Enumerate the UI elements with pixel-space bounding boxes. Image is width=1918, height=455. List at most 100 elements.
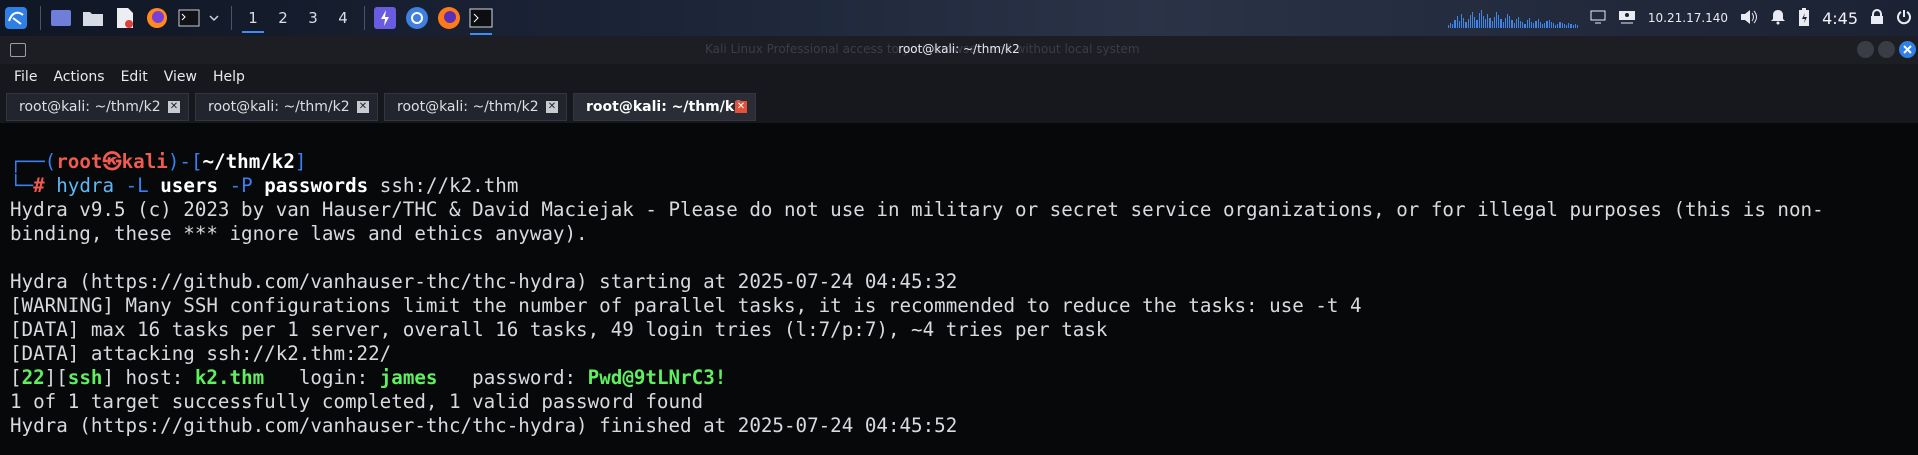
- cpu-graph-bar: [1539, 22, 1541, 28]
- tab-3[interactable]: root@kali: ~/thm/k2 ✕: [384, 93, 567, 121]
- cpu-graph-bar: [1463, 18, 1465, 28]
- cpu-graph-bar: [1570, 24, 1572, 28]
- cpu-graph-bar: [1504, 18, 1506, 28]
- cpu-graph-bar: [1559, 22, 1561, 28]
- tab-2[interactable]: root@kali: ~/thm/k2 ✕: [195, 93, 378, 121]
- cpu-graph-bar: [1520, 21, 1522, 28]
- cpu-graph-bar: [1471, 12, 1474, 28]
- result-host-label: host:: [114, 366, 195, 389]
- file-manager-icon[interactable]: [79, 4, 107, 32]
- menu-bar: File Actions Edit View Help: [0, 64, 1918, 89]
- text-editor-icon[interactable]: [111, 4, 139, 32]
- prompt-at-symbol: ㉿: [102, 150, 122, 173]
- menu-edit[interactable]: Edit: [121, 69, 148, 85]
- tab-1[interactable]: root@kali: ~/thm/k2 ✕: [6, 93, 189, 121]
- cpu-graph-bar: [1450, 23, 1452, 28]
- prompt-separator: )-[: [167, 150, 203, 173]
- chevron-down-icon[interactable]: [207, 4, 221, 32]
- output-line: [DATA] max 16 tasks per 1 server, overal…: [10, 318, 1108, 341]
- workspace-3[interactable]: 3: [298, 3, 328, 33]
- close-button[interactable]: [1899, 41, 1916, 58]
- chromium-task-icon[interactable]: [403, 4, 431, 32]
- battery-icon[interactable]: [1798, 7, 1810, 30]
- cpu-graph-bar: [1447, 25, 1450, 28]
- network-ip[interactable]: 10.21.17.140: [1648, 11, 1728, 25]
- lock-screen-icon[interactable]: [1618, 10, 1636, 27]
- tab-label: root@kali: ~/thm/k2: [397, 99, 539, 115]
- cpu-graph-bar: [1531, 22, 1533, 28]
- terminal-window: Kali Linux Professional access to your b…: [0, 36, 1918, 455]
- output-line: Hydra (https://github.com/vanhauser-thc/…: [10, 270, 958, 293]
- cpu-graph-bar: [1566, 25, 1568, 28]
- minimize-button[interactable]: [1857, 41, 1874, 58]
- top-panel: 1 2 3 4 10.21.17.140 4:45: [0, 0, 1918, 37]
- result-bracket: [: [10, 366, 22, 389]
- cpu-graph-bar: [1541, 24, 1544, 28]
- menu-view[interactable]: View: [164, 69, 197, 85]
- tab-close-icon[interactable]: ✕: [168, 101, 180, 113]
- cpu-graph-bar: [1465, 22, 1467, 28]
- cpu-graph: [1447, 8, 1579, 28]
- cpu-graph-bar: [1478, 13, 1480, 28]
- cpu-graph-bar: [1572, 25, 1574, 28]
- tab-close-icon[interactable]: ✕: [735, 101, 747, 113]
- cpu-graph-bar: [1509, 16, 1511, 28]
- result-port: 22: [21, 366, 45, 389]
- cpu-graph-bar: [1517, 17, 1520, 28]
- cpu-graph-bar: [1568, 23, 1570, 28]
- cpu-graph-bar: [1485, 19, 1487, 28]
- menu-help[interactable]: Help: [213, 69, 245, 85]
- terminal-output[interactable]: ┌──(root㉿kali)-[~/thm/k2] └─# hydra -L u…: [0, 123, 1918, 455]
- cpu-graph-bar: [1524, 24, 1526, 28]
- prompt-line: ┌──(root㉿kali)-[~/thm/k2]: [10, 150, 306, 174]
- cpu-graph-bar: [1500, 19, 1502, 28]
- burp-task-icon[interactable]: [371, 4, 399, 32]
- summary-line: 1 of 1 target successfully completed, 1 …: [10, 390, 704, 413]
- cpu-graph-bar: [1487, 14, 1489, 28]
- tab-4-active[interactable]: root@kali: ~/thm/k2 ✕: [573, 93, 756, 121]
- maximize-button[interactable]: [1878, 41, 1895, 58]
- cpu-graph-bar: [1480, 10, 1482, 28]
- cpu-graph-bar: [1461, 14, 1463, 28]
- tab-close-icon[interactable]: ✕: [357, 101, 369, 113]
- tab-close-icon[interactable]: ✕: [546, 101, 558, 113]
- workspace-4[interactable]: 4: [328, 3, 358, 33]
- cpu-graph-bar: [1515, 19, 1517, 28]
- tab-label: root@kali: ~/thm/k2: [19, 99, 161, 115]
- workspace-2[interactable]: 2: [268, 3, 298, 33]
- result-password-label: password:: [437, 366, 588, 389]
- prompt-host: kali: [121, 150, 168, 173]
- desktop-icon[interactable]: [47, 4, 75, 32]
- kali-menu-icon[interactable]: [2, 4, 30, 32]
- cpu-graph-bar: [1526, 20, 1528, 28]
- volume-icon[interactable]: [1740, 9, 1758, 28]
- cpu-graph-bar: [1537, 19, 1539, 28]
- cpu-graph-bar: [1550, 22, 1552, 28]
- cpu-graph-bar: [1474, 17, 1476, 28]
- result-bracket: ]: [102, 366, 114, 389]
- cpu-graph-bar: [1535, 21, 1537, 28]
- cpu-graph-bar: [1528, 18, 1531, 28]
- terminal-task-icon[interactable]: [467, 4, 495, 35]
- finished-line: Hydra (https://github.com/vanhauser-thc/…: [10, 414, 958, 437]
- firefox-task-icon[interactable]: [435, 4, 463, 32]
- lock-icon[interactable]: [1870, 8, 1884, 28]
- cpu-graph-bar: [1546, 21, 1548, 28]
- power-icon[interactable]: [1896, 9, 1912, 28]
- terminal-launcher-icon[interactable]: [175, 4, 203, 32]
- window-titlebar[interactable]: Kali Linux Professional access to your b…: [0, 36, 1918, 64]
- clock[interactable]: 4:45: [1822, 9, 1858, 28]
- workspace-1[interactable]: 1: [238, 3, 268, 33]
- result-host: k2.thm: [194, 366, 265, 389]
- cpu-graph-bar: [1557, 24, 1559, 28]
- command-flag-L: -L: [125, 174, 149, 197]
- menu-file[interactable]: File: [14, 69, 37, 85]
- tab-bar: root@kali: ~/thm/k2 ✕ root@kali: ~/thm/k…: [0, 89, 1918, 123]
- firefox-icon[interactable]: [143, 4, 171, 32]
- cpu-graph-bar: [1563, 24, 1566, 28]
- notifications-bell-icon[interactable]: [1770, 9, 1786, 28]
- result-service: ssh: [67, 366, 103, 389]
- display-icon[interactable]: [1590, 10, 1606, 27]
- cpu-graph-bar: [1491, 21, 1493, 28]
- menu-actions[interactable]: Actions: [53, 69, 104, 85]
